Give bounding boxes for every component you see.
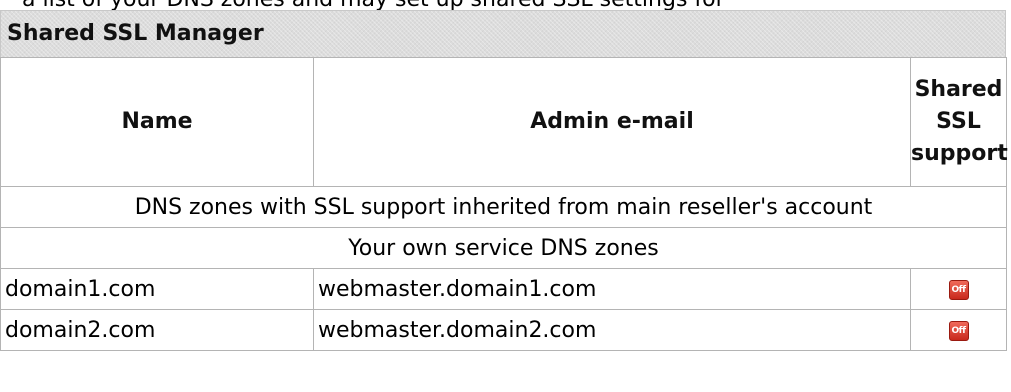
shared-ssl-status-cell: Off — [910, 268, 1007, 310]
shared-ssl-panel: Shared SSL Manager Name Admin e-mail Sha… — [0, 10, 1008, 351]
shared-ssl-header-line2: SSL — [936, 109, 981, 134]
section-row-inherited: DNS zones with SSL support inherited fro… — [0, 186, 1007, 228]
off-toggle-icon[interactable]: Off — [948, 320, 969, 341]
cut-off-text-strip: a list of your DNS zones and may set up … — [0, 0, 1011, 10]
admin-email-cell: webmaster.domain1.com — [313, 268, 911, 310]
column-header-admin-email: Admin e-mail — [313, 57, 911, 187]
column-header-name: Name — [0, 57, 314, 187]
shared-ssl-status-cell: Off — [910, 309, 1007, 351]
column-header-shared-ssl: Shared SSL support — [910, 57, 1008, 187]
admin-email-cell: webmaster.domain2.com — [313, 309, 911, 351]
section-label-inherited: DNS zones with SSL support inherited fro… — [0, 186, 1007, 228]
zone-name-cell: domain1.com — [0, 268, 314, 310]
shared-ssl-header-line1: Shared — [914, 77, 1003, 102]
table-header-row: Name Admin e-mail Shared SSL support — [0, 57, 1008, 187]
cut-off-text: a list of your DNS zones and may set up … — [22, 0, 725, 10]
off-toggle-icon[interactable]: Off — [948, 279, 969, 300]
panel-title: Shared SSL Manager — [0, 10, 1006, 57]
section-label-own: Your own service DNS zones — [0, 227, 1007, 269]
shared-ssl-header-line3: support — [911, 141, 1008, 166]
dns-zones-table: Name Admin e-mail Shared SSL support DNS… — [0, 57, 1008, 351]
zone-name-cell: domain2.com — [0, 309, 314, 351]
table-row: domain1.com webmaster.domain1.com Off — [0, 268, 1007, 310]
table-row: domain2.com webmaster.domain2.com Off — [0, 309, 1007, 351]
section-row-own: Your own service DNS zones — [0, 227, 1007, 269]
